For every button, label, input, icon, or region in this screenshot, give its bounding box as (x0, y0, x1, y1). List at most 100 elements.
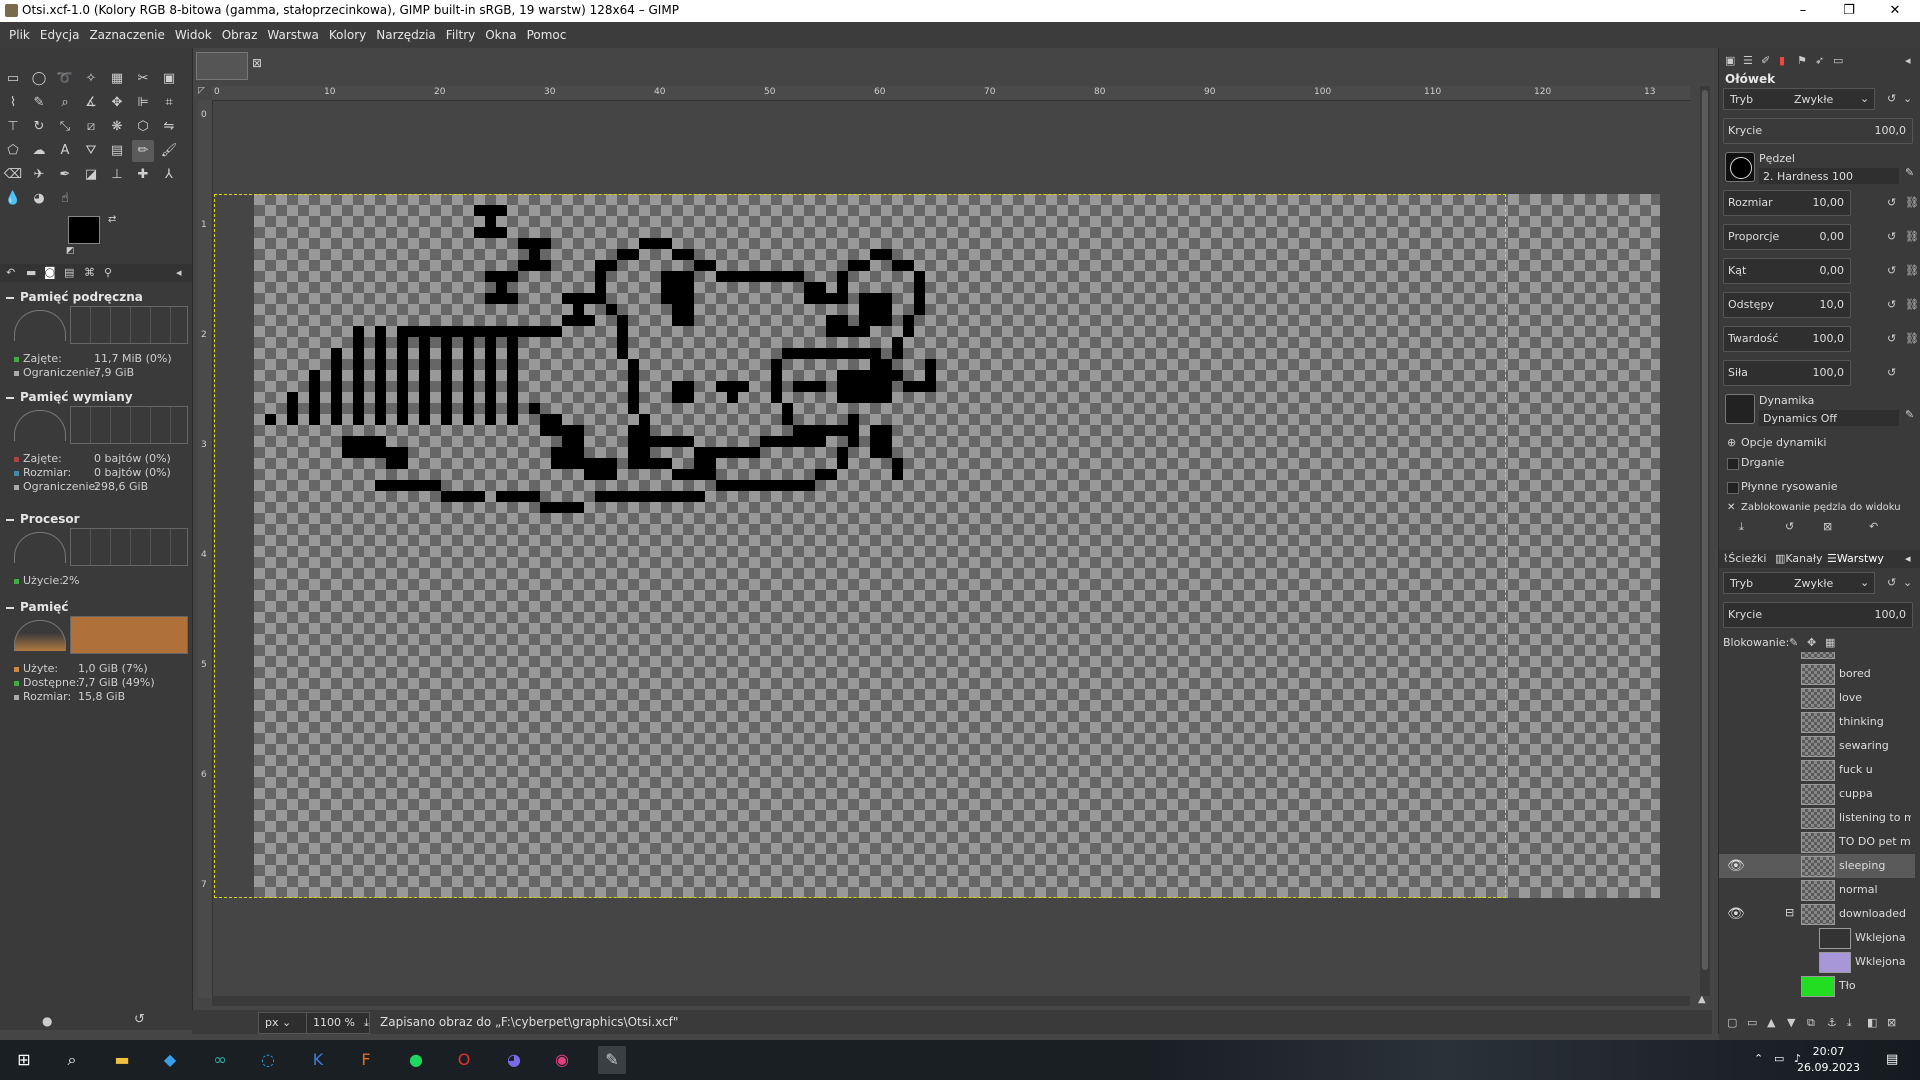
smooth-checkbox[interactable] (1727, 482, 1739, 494)
tool-options-tab-icon[interactable]: ▬ (26, 266, 36, 279)
messenger-icon[interactable]: ◉ (548, 1046, 576, 1074)
opera-icon[interactable]: O (450, 1046, 478, 1074)
hardness-link-icon[interactable]: ⛓ (1905, 332, 1919, 345)
hardness-reset-icon[interactable]: ↺ (1887, 332, 1896, 345)
layer-row[interactable]: love (1719, 686, 1915, 710)
aspect-link-icon[interactable]: ⛓ (1905, 230, 1919, 243)
search-icon[interactable]: ⌕ (58, 1046, 86, 1074)
brush-preview[interactable] (1725, 152, 1755, 182)
text-icon[interactable]: A (54, 140, 76, 162)
new-layer-group-icon[interactable]: ▭ (1747, 1016, 1757, 1029)
tab-channels[interactable]: ▥Kanały (1775, 552, 1823, 565)
hardness-slider[interactable]: Twardość 100,0 (1723, 326, 1851, 352)
memory-header[interactable]: Pamięć (6, 600, 68, 614)
krita-icon[interactable]: K (304, 1046, 332, 1074)
gradient-icon[interactable]: ▤ (106, 140, 128, 162)
vertical-scrollbar[interactable] (1700, 86, 1710, 996)
ink-icon[interactable]: ✒ (54, 164, 76, 186)
clone-icon[interactable]: ⊥ (106, 164, 128, 186)
color-picker-icon[interactable]: ✎ (28, 92, 50, 114)
menu-file[interactable]: Plik (4, 22, 35, 48)
rotate-icon[interactable]: ↻ (28, 116, 50, 138)
arduino-icon[interactable]: ∞ (206, 1046, 234, 1074)
dynamics-options-label[interactable]: Opcje dynamiki (1741, 436, 1826, 449)
spacing-reset-icon[interactable]: ↺ (1887, 298, 1896, 311)
layer-row[interactable]: bored (1719, 662, 1915, 686)
cage-icon[interactable]: ⬡ (132, 116, 154, 138)
align-icon[interactable]: ⊫ (132, 92, 154, 114)
lower-layer-icon[interactable]: ▼ (1787, 1016, 1795, 1029)
images-icon[interactable]: ▭ (1833, 54, 1843, 67)
lock-brush-checkbox[interactable]: ✕ (1727, 502, 1735, 513)
raise-layer-icon[interactable]: ▲ (1767, 1016, 1775, 1029)
layer-group-row[interactable]: 👁 ⊟ downloaded (1719, 902, 1915, 926)
mode-dropdown[interactable]: Tryb Zwykłe ⌄ (1723, 88, 1875, 110)
smudge-icon[interactable]: ☁ (28, 140, 50, 162)
brushes-icon[interactable]: ✐ (1761, 54, 1770, 67)
dynamics-options-expander-icon[interactable]: ⊕ (1727, 436, 1736, 449)
reset-icon[interactable]: ↺ (134, 1012, 145, 1027)
dodge-burn-icon[interactable]: ◕ (28, 188, 50, 210)
layer-opacity-slider[interactable]: Krycie 100,0 (1723, 602, 1913, 628)
save-tool-preset-icon[interactable]: ⤓ (1739, 520, 1744, 534)
measure-icon[interactable]: ∡ (80, 92, 102, 114)
layer-row[interactable]: listening to m (1719, 806, 1915, 830)
mypaint-brush-icon[interactable]: ◪ (80, 164, 102, 186)
edit-dynamics-icon[interactable]: ✎ (1905, 408, 1914, 421)
paintbrush-icon[interactable]: 🖌 (158, 140, 180, 162)
cpu-header[interactable]: Procesor (6, 512, 80, 526)
fuzzy-select-icon[interactable]: ✧ (80, 68, 102, 90)
pencil-icon[interactable]: ✏ (132, 140, 154, 162)
start-icon[interactable]: ⊞ (10, 1046, 38, 1074)
network-icon[interactable]: ▭ (1774, 1052, 1784, 1065)
layers-dock-menu-icon[interactable]: ◂ (1905, 552, 1911, 565)
tray-chevron-icon[interactable]: ⌃ (1754, 1052, 1763, 1065)
quick-mask-corner-icon[interactable]: ◸ (198, 86, 205, 96)
vertical-scroll-thumb[interactable] (1702, 90, 1708, 970)
lock-pixels-icon[interactable]: ✎ (1789, 636, 1798, 649)
eraser-icon[interactable]: ⌫ (2, 164, 24, 186)
menu-filters[interactable]: Filtry (441, 22, 480, 48)
layer-mode-dropdown[interactable]: Tryb Zwykłe ⌄ (1723, 572, 1875, 594)
layer-row[interactable]: fuck u (1719, 758, 1915, 782)
swap-header[interactable]: Pamięć wymiany (6, 390, 133, 404)
record-icon[interactable]: ● (42, 1014, 52, 1028)
layer-row[interactable]: cuppa (1719, 782, 1915, 806)
size-slider[interactable]: Rozmiar 10,00 (1723, 190, 1851, 216)
visibility-eye-icon[interactable]: 👁 (1727, 858, 1745, 874)
images-tab-icon[interactable]: ▤ (64, 266, 74, 279)
gimp-taskbar-icon[interactable]: ✎ (598, 1046, 626, 1074)
clock[interactable]: 20:07 26.09.2023 (1797, 1044, 1860, 1076)
cache-header[interactable]: Pamięć podręczna (6, 290, 143, 304)
aspect-reset-icon[interactable]: ↺ (1887, 230, 1896, 243)
perspective-icon[interactable]: ⬠ (2, 140, 24, 162)
mode-reset-icon[interactable]: ↺ (1887, 92, 1896, 105)
horizontal-scrollbar[interactable] (212, 996, 1690, 1006)
menu-layer[interactable]: Warstwa (262, 22, 324, 48)
blur-icon[interactable]: 💧 (2, 188, 24, 210)
foreground-select-icon[interactable]: ▣ (158, 68, 180, 90)
force-reset-icon[interactable]: ↺ (1887, 366, 1896, 379)
perspective-clone-icon[interactable]: ⅄ (158, 164, 180, 186)
dynamics-field[interactable]: Dynamics Off (1759, 410, 1899, 426)
jitter-checkbox[interactable] (1727, 458, 1739, 470)
pointer-tab-icon[interactable]: ⚲ (104, 266, 112, 279)
move-icon[interactable]: ✥ (106, 92, 128, 114)
opacity-slider[interactable]: Krycie 100,0 (1723, 118, 1913, 144)
menu-view[interactable]: Widok (170, 22, 217, 48)
image-tab-thumbnail[interactable] (196, 52, 248, 80)
scale-icon[interactable]: ⤡ (54, 116, 76, 138)
paths-icon[interactable]: ⌇ (2, 92, 24, 114)
edit-brush-icon[interactable]: ✎ (1905, 166, 1914, 179)
shear-icon[interactable]: ⧄ (80, 116, 102, 138)
angle-slider[interactable]: Kąt 0,00 (1723, 258, 1851, 284)
reset-tool-options-icon[interactable]: ↶ (1869, 520, 1878, 533)
calendar-app-icon[interactable]: ◌ (254, 1046, 282, 1074)
layer-mask-icon[interactable]: ◧ (1867, 1016, 1877, 1029)
right-dock-menu-icon[interactable]: ◂ (1905, 54, 1911, 67)
menu-colors[interactable]: Kolory (324, 22, 371, 48)
notifications-icon[interactable]: ▤ (1886, 1052, 1898, 1067)
ellipse-select-icon[interactable]: ◯ (28, 68, 50, 90)
devices-tab-icon[interactable]: ⌘ (84, 266, 95, 279)
close-button[interactable]: ✕ (1872, 0, 1918, 22)
